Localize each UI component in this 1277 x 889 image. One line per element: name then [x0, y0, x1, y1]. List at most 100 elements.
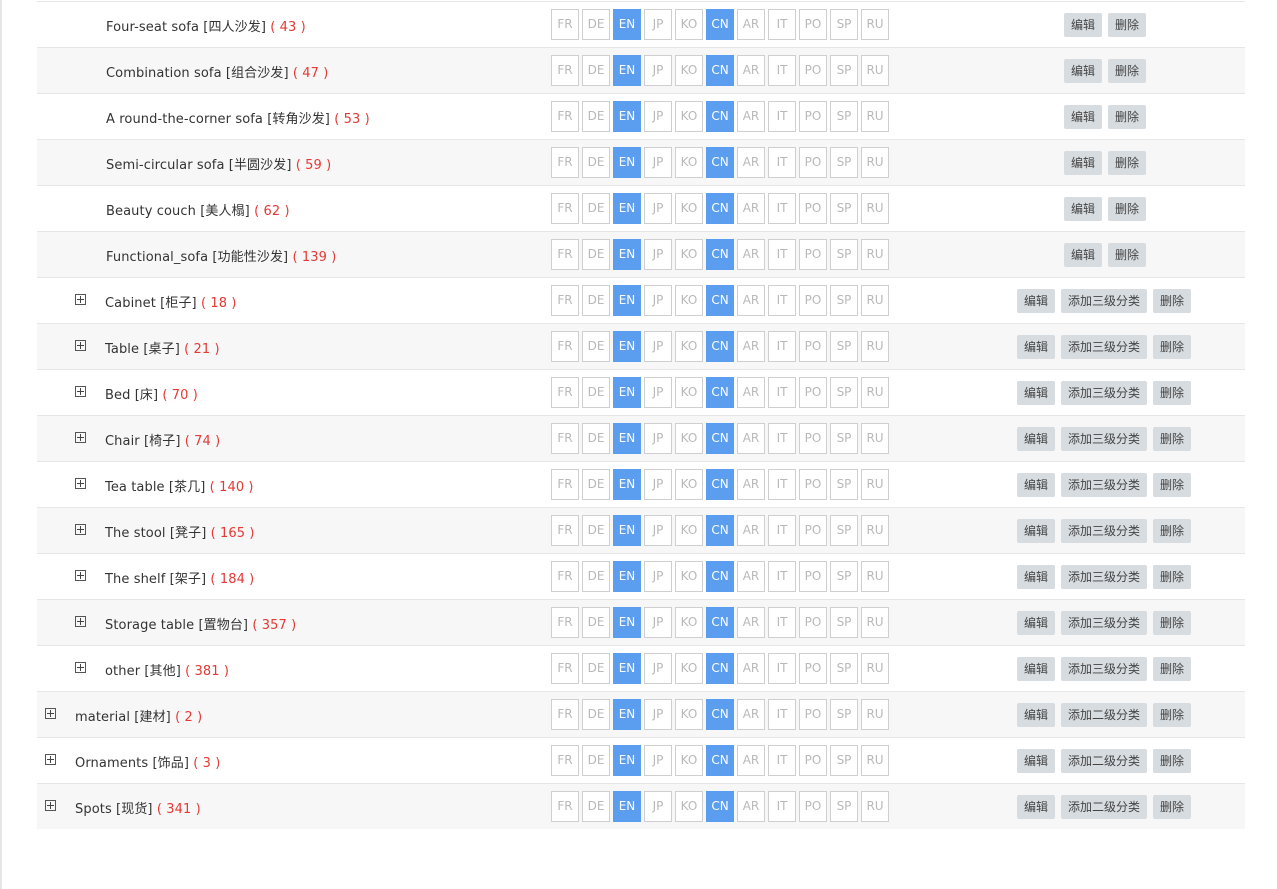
lang-toggle-jp[interactable]: JP: [644, 193, 672, 224]
lang-toggle-sp[interactable]: SP: [830, 147, 858, 178]
add-third-level-button[interactable]: 添加三级分类: [1061, 289, 1148, 313]
edit-button[interactable]: 编辑: [1017, 427, 1056, 451]
lang-toggle-jp[interactable]: JP: [644, 469, 672, 500]
expand-plus-icon[interactable]: [75, 432, 86, 443]
lang-toggle-ko[interactable]: KO: [675, 791, 703, 822]
lang-toggle-fr[interactable]: FR: [551, 469, 579, 500]
edit-button[interactable]: 编辑: [1017, 473, 1056, 497]
lang-toggle-sp[interactable]: SP: [830, 377, 858, 408]
add-second-level-button[interactable]: 添加二级分类: [1061, 749, 1148, 773]
edit-button[interactable]: 编辑: [1064, 59, 1103, 83]
lang-toggle-ru[interactable]: RU: [861, 469, 889, 500]
delete-button[interactable]: 删除: [1153, 703, 1192, 727]
lang-toggle-sp[interactable]: SP: [830, 331, 858, 362]
delete-button[interactable]: 删除: [1108, 59, 1147, 83]
lang-toggle-it[interactable]: IT: [768, 101, 796, 132]
expand-plus-icon[interactable]: [75, 386, 86, 397]
lang-toggle-jp[interactable]: JP: [644, 147, 672, 178]
delete-button[interactable]: 删除: [1153, 519, 1192, 543]
lang-toggle-en[interactable]: EN: [613, 469, 641, 500]
lang-toggle-po[interactable]: PO: [799, 101, 827, 132]
lang-toggle-de[interactable]: DE: [582, 515, 610, 546]
expand-plus-icon[interactable]: [45, 754, 56, 765]
lang-toggle-ko[interactable]: KO: [675, 331, 703, 362]
add-third-level-button[interactable]: 添加三级分类: [1061, 427, 1148, 451]
lang-toggle-de[interactable]: DE: [582, 653, 610, 684]
lang-toggle-sp[interactable]: SP: [830, 101, 858, 132]
lang-toggle-de[interactable]: DE: [582, 745, 610, 776]
edit-button[interactable]: 编辑: [1017, 703, 1056, 727]
edit-button[interactable]: 编辑: [1017, 657, 1056, 681]
lang-toggle-po[interactable]: PO: [799, 561, 827, 592]
lang-toggle-sp[interactable]: SP: [830, 561, 858, 592]
lang-toggle-ru[interactable]: RU: [861, 193, 889, 224]
lang-toggle-it[interactable]: IT: [768, 331, 796, 362]
lang-toggle-fr[interactable]: FR: [551, 9, 579, 40]
lang-toggle-cn[interactable]: CN: [706, 101, 734, 132]
lang-toggle-en[interactable]: EN: [613, 653, 641, 684]
lang-toggle-ar[interactable]: AR: [737, 515, 765, 546]
lang-toggle-en[interactable]: EN: [613, 699, 641, 730]
expand-plus-icon[interactable]: [75, 294, 86, 305]
lang-toggle-ko[interactable]: KO: [675, 469, 703, 500]
lang-toggle-ko[interactable]: KO: [675, 239, 703, 270]
delete-button[interactable]: 删除: [1153, 749, 1192, 773]
lang-toggle-ru[interactable]: RU: [861, 101, 889, 132]
lang-toggle-po[interactable]: PO: [799, 377, 827, 408]
delete-button[interactable]: 删除: [1108, 13, 1147, 37]
lang-toggle-ko[interactable]: KO: [675, 147, 703, 178]
lang-toggle-po[interactable]: PO: [799, 239, 827, 270]
lang-toggle-fr[interactable]: FR: [551, 699, 579, 730]
lang-toggle-de[interactable]: DE: [582, 699, 610, 730]
lang-toggle-sp[interactable]: SP: [830, 791, 858, 822]
lang-toggle-cn[interactable]: CN: [706, 377, 734, 408]
lang-toggle-ar[interactable]: AR: [737, 147, 765, 178]
lang-toggle-fr[interactable]: FR: [551, 55, 579, 86]
lang-toggle-cn[interactable]: CN: [706, 745, 734, 776]
lang-toggle-de[interactable]: DE: [582, 193, 610, 224]
add-third-level-button[interactable]: 添加三级分类: [1061, 565, 1148, 589]
delete-button[interactable]: 删除: [1153, 289, 1192, 313]
lang-toggle-ko[interactable]: KO: [675, 561, 703, 592]
lang-toggle-fr[interactable]: FR: [551, 561, 579, 592]
lang-toggle-ko[interactable]: KO: [675, 55, 703, 86]
lang-toggle-ko[interactable]: KO: [675, 423, 703, 454]
lang-toggle-ko[interactable]: KO: [675, 653, 703, 684]
lang-toggle-po[interactable]: PO: [799, 9, 827, 40]
lang-toggle-ar[interactable]: AR: [737, 791, 765, 822]
lang-toggle-ar[interactable]: AR: [737, 193, 765, 224]
expand-plus-icon[interactable]: [75, 524, 86, 535]
add-third-level-button[interactable]: 添加三级分类: [1061, 335, 1148, 359]
lang-toggle-it[interactable]: IT: [768, 147, 796, 178]
lang-toggle-cn[interactable]: CN: [706, 699, 734, 730]
expand-plus-icon[interactable]: [45, 708, 56, 719]
lang-toggle-ko[interactable]: KO: [675, 101, 703, 132]
lang-toggle-jp[interactable]: JP: [644, 515, 672, 546]
lang-toggle-jp[interactable]: JP: [644, 423, 672, 454]
edit-button[interactable]: 编辑: [1064, 243, 1103, 267]
lang-toggle-de[interactable]: DE: [582, 239, 610, 270]
lang-toggle-po[interactable]: PO: [799, 469, 827, 500]
lang-toggle-en[interactable]: EN: [613, 239, 641, 270]
delete-button[interactable]: 删除: [1153, 657, 1192, 681]
lang-toggle-fr[interactable]: FR: [551, 515, 579, 546]
delete-button[interactable]: 删除: [1153, 611, 1192, 635]
lang-toggle-po[interactable]: PO: [799, 423, 827, 454]
lang-toggle-jp[interactable]: JP: [644, 745, 672, 776]
lang-toggle-po[interactable]: PO: [799, 193, 827, 224]
delete-button[interactable]: 删除: [1153, 427, 1192, 451]
lang-toggle-en[interactable]: EN: [613, 791, 641, 822]
expand-plus-icon[interactable]: [45, 800, 56, 811]
lang-toggle-ko[interactable]: KO: [675, 285, 703, 316]
lang-toggle-ru[interactable]: RU: [861, 55, 889, 86]
edit-button[interactable]: 编辑: [1017, 519, 1056, 543]
lang-toggle-fr[interactable]: FR: [551, 745, 579, 776]
lang-toggle-jp[interactable]: JP: [644, 607, 672, 638]
lang-toggle-ru[interactable]: RU: [861, 515, 889, 546]
lang-toggle-cn[interactable]: CN: [706, 55, 734, 86]
lang-toggle-ko[interactable]: KO: [675, 515, 703, 546]
lang-toggle-jp[interactable]: JP: [644, 699, 672, 730]
lang-toggle-po[interactable]: PO: [799, 55, 827, 86]
expand-plus-icon[interactable]: [75, 616, 86, 627]
lang-toggle-de[interactable]: DE: [582, 101, 610, 132]
